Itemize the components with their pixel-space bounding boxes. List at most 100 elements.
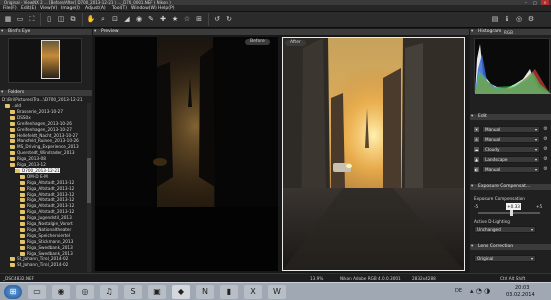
crop-tool-icon[interactable]: ⊡: [110, 14, 120, 24]
skype-icon[interactable]: S: [124, 285, 142, 299]
menu-help[interactable]: Help(P): [158, 5, 174, 12]
metadata-icon[interactable]: ℹ: [502, 14, 512, 24]
browser-mode-icon[interactable]: ▦: [3, 14, 13, 24]
windows-start-icon[interactable]: ⊞: [4, 285, 22, 299]
folder-tree-item[interactable]: Mansfeld_Ruinen_2013-10-26: [10, 138, 79, 144]
folder-tree-item[interactable]: Riga_Jugendstil_2013: [20, 215, 72, 221]
folder-tree-item[interactable]: Riga_2013-12: [10, 162, 46, 167]
folder-tree-item[interactable]: Riga_Swedbank_2013: [20, 245, 73, 250]
birds-eye-view[interactable]: [8, 38, 82, 83]
folder-tree-item[interactable]: Riga_Speicherviertel: [20, 233, 70, 238]
exposure-section-header[interactable]: ▾ Exposure Compensat...: [470, 184, 551, 190]
folder-tree-scrollbar[interactable]: [87, 103, 91, 272]
birds-eye-header[interactable]: ▾ Bird's Eye: [0, 29, 92, 35]
firefox-icon[interactable]: ◉: [52, 285, 70, 299]
menu-view[interactable]: View(V): [40, 5, 57, 12]
before-after-icon[interactable]: ⧉: [68, 14, 78, 24]
clock-time[interactable]: 20:03: [515, 285, 529, 291]
before-image[interactable]: Before: [95, 37, 278, 271]
bookmark-icon[interactable]: ☆: [182, 14, 192, 24]
full-screen-icon[interactable]: ⛶: [27, 14, 37, 24]
folders-header[interactable]: ▾ Folders: [0, 90, 92, 96]
nikon-icon[interactable]: N: [196, 285, 214, 299]
folder-tree-item[interactable]: Querstedt_Windrader_2013: [10, 150, 75, 156]
birds-eye-thumbnail[interactable]: [41, 40, 60, 79]
excel-icon[interactable]: X: [244, 285, 262, 299]
red-eye-icon[interactable]: ◉: [134, 14, 144, 24]
exposure-select[interactable]: Manual: [482, 136, 540, 143]
edit-header[interactable]: ▾ Edit: [470, 114, 551, 120]
single-view-icon[interactable]: ▯: [44, 14, 54, 24]
chrome-icon[interactable]: ◎: [76, 285, 94, 299]
photo-icon[interactable]: ▣: [148, 285, 166, 299]
rotate-right-icon[interactable]: ↻: [224, 14, 234, 24]
clock-date[interactable]: 03.02.2014: [506, 292, 535, 298]
folder-tree-item[interactable]: Riga_Swedbank_2013: [20, 251, 73, 256]
folder-tree-item[interactable]: Brasserie_2013-10-27: [10, 109, 63, 114]
folder-tree-item[interactable]: Riga_Stickmann_2013: [20, 239, 73, 244]
favorite-star-icon[interactable]: ★: [170, 14, 180, 24]
menu-adjust[interactable]: Adjust(A): [85, 5, 106, 12]
folder-tree-item[interactable]: Riga_2013-08: [10, 156, 46, 162]
exposure-slider-thumb[interactable]: [509, 210, 513, 216]
straighten-icon[interactable]: ◢: [122, 14, 132, 24]
folder-tree-item[interactable]: D700_2013-12-21: [15, 167, 60, 173]
folder-tree-item[interactable]: Riga_Altstadt_2013-12: [20, 197, 74, 203]
files-icon[interactable]: ▭: [28, 285, 46, 299]
lens-select[interactable]: Original: [474, 255, 536, 262]
adl-select[interactable]: Unchanged: [474, 226, 536, 233]
compare-view-icon[interactable]: ◫: [56, 14, 66, 24]
white-balance-select[interactable]: Manual: [482, 126, 540, 133]
folder-tree-item[interactable]: MS_Driving_Experience_2013: [10, 144, 79, 150]
folder-path[interactable]: D:\Bri\Pictures\Tra...\D700_2013-12-21: [2, 97, 87, 102]
settings-icon[interactable]: ⚙: [526, 14, 536, 24]
gear-icon[interactable]: ⚙: [542, 146, 549, 153]
folder-tree-item[interactable]: Riga_Nostalgie_Vorort: [20, 221, 73, 226]
map-icon[interactable]: ◎: [514, 14, 524, 24]
grid-overlay-icon[interactable]: ⊞: [194, 14, 204, 24]
filmstrip-icon[interactable]: ▤: [490, 14, 500, 24]
color-space-select[interactable]: Manual: [482, 166, 540, 173]
picture-control-select[interactable]: Cloudy: [482, 146, 540, 153]
itunes-icon[interactable]: ♫: [100, 285, 118, 299]
gear-icon[interactable]: ⚙: [542, 166, 549, 173]
folder-tree-item[interactable]: Riga_Altstadt_2013-12: [20, 203, 74, 209]
gear-icon[interactable]: ⚙: [542, 136, 549, 143]
menu-window[interactable]: Window(W): [131, 5, 157, 12]
zoom-tool-icon[interactable]: ⌕: [98, 14, 108, 24]
lens-correction-header[interactable]: ▾ Lens Correction: [470, 244, 551, 250]
folder-tree-item[interactable]: ..old: [5, 103, 21, 108]
folder-tree-item[interactable]: St_Johann_Tirol_2014-02: [10, 256, 68, 262]
menu-tool[interactable]: Tool(T): [112, 5, 127, 12]
folder-tree-item[interactable]: Hellefeldt_Nacht_2013-10-27: [10, 133, 78, 138]
folder-tree-item[interactable]: Riga_Altstadt_2013-12: [20, 186, 74, 191]
exposure-value-field[interactable]: +0.33: [506, 203, 521, 210]
folder-tree-item[interactable]: Riga_Nationaltheater: [20, 227, 71, 232]
gear-icon[interactable]: ⚙: [542, 156, 549, 163]
scene-select[interactable]: Landscape: [482, 156, 540, 163]
viewnx-icon[interactable]: ◆: [172, 285, 190, 299]
folder-tree-item[interactable]: Riga_Altstadt_2013-12: [20, 180, 74, 185]
hand-tool-icon[interactable]: ✋: [86, 14, 96, 24]
scrollbar-thumb[interactable]: [87, 158, 91, 203]
rotate-left-icon[interactable]: ↺: [212, 14, 222, 24]
folder-tree-item[interactable]: Greifenhagen_2013-10-26: [10, 121, 72, 126]
tray-icons[interactable]: ▴ ◔ ◑: [470, 287, 490, 295]
folder-tree-item[interactable]: Greifenhagen_2013-10-27: [10, 127, 72, 132]
menu-image[interactable]: Image(I): [61, 5, 80, 12]
word-icon[interactable]: W: [268, 285, 286, 299]
menu-edit[interactable]: Edit(E): [21, 5, 36, 12]
histogram-mode[interactable]: RGB: [504, 30, 513, 35]
gear-icon[interactable]: ⚙: [542, 126, 549, 133]
folder-tree-item[interactable]: St_Johann_Tirol_2014-02: [10, 262, 68, 268]
retouch-brush-icon[interactable]: ✎: [146, 14, 156, 24]
exposure-slider-track[interactable]: [478, 210, 540, 216]
folder-tree-item[interactable]: Riga_Altstadt_2013-12: [20, 192, 74, 197]
menu-file[interactable]: File(F): [3, 5, 17, 12]
terminal-icon[interactable]: ▮: [220, 285, 238, 299]
language-indicator[interactable]: DE: [455, 288, 462, 294]
color-picker-icon[interactable]: ✚: [158, 14, 168, 24]
folder-tree-item[interactable]: Riga_Altstadt_2013-12: [20, 209, 74, 215]
folder-tree-item[interactable]: DSS0x: [10, 115, 31, 120]
after-image[interactable]: After: [282, 37, 465, 271]
